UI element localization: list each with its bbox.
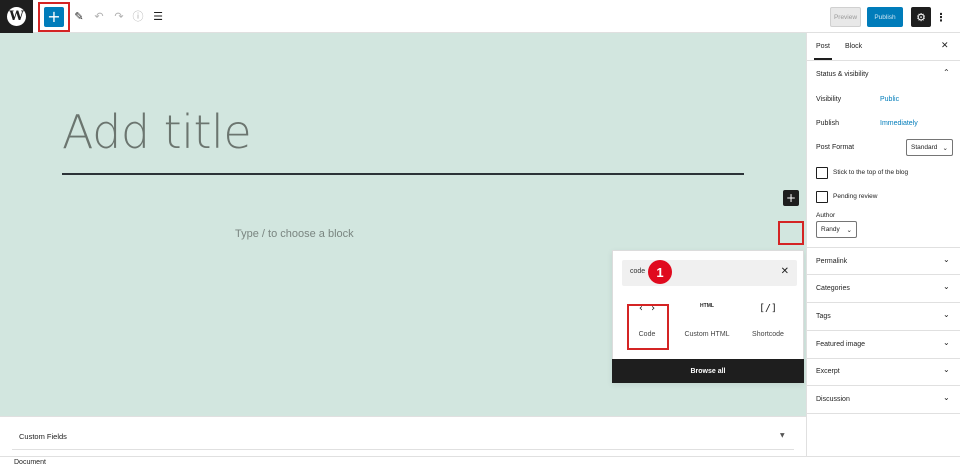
stick-to-top-label: Stick to the top of the blog: [833, 169, 909, 176]
chevron-down-icon[interactable]: ⌄: [943, 365, 950, 374]
step-badge: 1: [648, 260, 672, 284]
info-icon[interactable]: ⓘ: [131, 9, 145, 23]
close-icon[interactable]: ✕: [941, 41, 949, 51]
tab-block[interactable]: Block: [845, 43, 862, 50]
post-format-label: Post Format: [816, 144, 855, 151]
chevron-up-icon[interactable]: ⌃: [943, 68, 950, 77]
block-label: Shortcode: [752, 331, 784, 338]
panel-status-visibility[interactable]: Status & visibility ⌃: [807, 61, 960, 89]
custom-fields-metabox[interactable]: Custom Fields ▼: [0, 416, 806, 456]
panel-categories[interactable]: Categories ⌄: [807, 275, 960, 303]
more-options-icon[interactable]: ⋮: [936, 9, 947, 25]
panel-title: Excerpt: [816, 368, 840, 375]
status-footer: Document: [0, 456, 960, 469]
post-title-input[interactable]: Add title: [62, 105, 252, 159]
panel-permalink[interactable]: Permalink ⌄: [807, 247, 960, 275]
post-format-select[interactable]: Standard ⌄: [906, 139, 953, 156]
visibility-link[interactable]: Public: [880, 96, 899, 103]
pencil-icon[interactable]: ✎: [72, 9, 86, 23]
block-placeholder[interactable]: Type / to choose a block: [235, 228, 354, 240]
publish-label: Publish: [816, 120, 839, 127]
search-value: code: [630, 268, 646, 275]
panel-title: Discussion: [816, 396, 850, 403]
chevron-down-icon[interactable]: ⌄: [943, 338, 950, 347]
shortcode-icon: [/]: [758, 303, 778, 314]
title-underline: [62, 173, 744, 175]
chevron-down-icon[interactable]: ⌄: [943, 310, 950, 319]
highlight-code-block: [627, 304, 669, 350]
caret-down-icon[interactable]: ▼: [780, 432, 785, 439]
close-icon[interactable]: ✕: [781, 266, 789, 277]
chevron-down-icon[interactable]: ⌄: [943, 282, 950, 291]
preview-button[interactable]: Preview: [830, 7, 861, 27]
panel-excerpt[interactable]: Excerpt ⌄: [807, 358, 960, 386]
visibility-label: Visibility: [816, 96, 842, 103]
highlight-inline-add: [778, 221, 804, 245]
wordpress-logo-button[interactable]: W: [0, 0, 33, 33]
post-format-value: Standard: [911, 144, 938, 151]
undo-icon[interactable]: ↶: [92, 9, 106, 23]
panel-title: Permalink: [816, 258, 848, 265]
inline-add-block-button[interactable]: +: [783, 190, 799, 206]
block-item-shortcode[interactable]: [/] Shortcode: [745, 303, 791, 347]
stick-to-top-checkbox[interactable]: [816, 167, 828, 179]
author-value: Randy: [821, 226, 840, 233]
breadcrumb[interactable]: Document: [14, 459, 46, 466]
publish-button[interactable]: Publish: [867, 7, 903, 27]
sidebar-tabs: Post Block ✕: [807, 33, 960, 61]
pending-review-checkbox[interactable]: [816, 191, 828, 203]
chevron-down-icon: ⌄: [846, 226, 852, 234]
block-label: Custom HTML: [684, 331, 730, 338]
editor-toolbar: W + ✎ ↶ ↷ ⓘ ☰ Preview Publish ⚙ ⋮: [0, 0, 960, 33]
author-select[interactable]: Randy ⌄: [816, 221, 857, 238]
html-icon: HTML: [700, 303, 714, 309]
panel-title: Featured image: [816, 341, 866, 348]
highlight-add-block: [38, 2, 70, 32]
panel-title: Tags: [816, 313, 831, 320]
list-view-icon[interactable]: ☰: [151, 9, 165, 23]
panel-title: Status & visibility: [816, 71, 869, 78]
chevron-down-icon: ⌄: [942, 144, 948, 152]
panel-tags[interactable]: Tags ⌄: [807, 303, 960, 331]
pending-review-label: Pending review: [833, 193, 878, 200]
gear-icon[interactable]: ⚙: [911, 7, 931, 27]
panel-discussion[interactable]: Discussion ⌄: [807, 386, 960, 414]
wordpress-icon: W: [7, 7, 26, 26]
panel-featured-image[interactable]: Featured image ⌄: [807, 331, 960, 359]
author-label: Author: [816, 212, 836, 219]
chevron-down-icon[interactable]: ⌄: [943, 393, 950, 402]
browse-all-button[interactable]: Browse all: [612, 359, 804, 383]
block-item-custom-html[interactable]: HTML Custom HTML: [684, 303, 730, 347]
publish-date-link[interactable]: Immediately: [880, 120, 918, 127]
divider: [12, 449, 794, 450]
redo-icon[interactable]: ↷: [112, 9, 126, 23]
chevron-down-icon[interactable]: ⌄: [943, 255, 950, 264]
settings-sidebar: Post Block ✕ Status & visibility ⌃ Visib…: [806, 33, 960, 456]
metabox-title: Custom Fields: [19, 432, 67, 441]
tab-post[interactable]: Post: [813, 43, 833, 60]
panel-title: Categories: [816, 285, 850, 292]
